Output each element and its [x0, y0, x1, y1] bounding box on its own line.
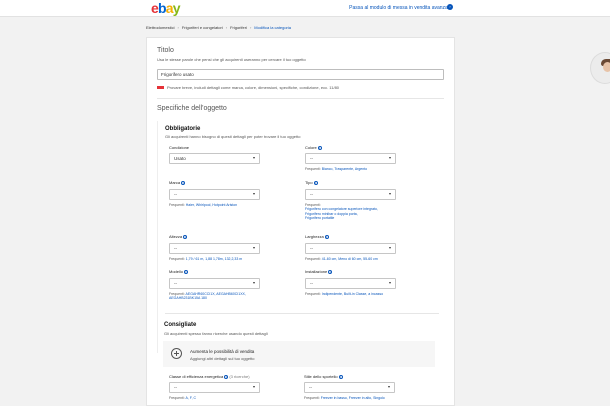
brand-label: Marca i	[169, 180, 186, 185]
chevron-down-icon	[253, 386, 255, 388]
info-icon[interactable]: i	[338, 374, 343, 379]
info-icon[interactable]: i	[328, 269, 333, 274]
width-select[interactable]: --	[305, 243, 396, 254]
info-icon[interactable]: i	[183, 234, 188, 239]
chevron-down-icon	[389, 193, 391, 195]
color-label: Colore i	[305, 145, 322, 150]
top-bar: ebay Passa al modulo di messa in vendita…	[0, 0, 610, 17]
recommended-heading: Consigliate	[164, 322, 197, 328]
type-select[interactable]: --	[305, 189, 396, 200]
model-select[interactable]: --	[169, 278, 260, 289]
help-agent-avatar[interactable]	[590, 52, 610, 84]
info-icon[interactable]: i	[181, 180, 186, 185]
avatar-face	[603, 62, 610, 72]
brand-select[interactable]: --	[169, 189, 260, 200]
model-frequent: Frequenti: AEGAHR60CCI1X, AEGAHB60CI1XX,…	[169, 292, 246, 301]
breadcrumb: Elettrodomestici › Frigoriferi e congelato…	[146, 25, 291, 30]
title-help-text: Usa le stesse parole che pensi che gli a…	[157, 57, 306, 62]
type-label: Tipo i	[305, 180, 318, 185]
title-length-bar	[157, 86, 164, 89]
chevron-down-icon	[388, 386, 390, 388]
chevron-down-icon	[389, 282, 391, 284]
door-style-label: Stile dello sportello i	[304, 374, 343, 379]
width-label: Larghezza i	[305, 234, 329, 239]
info-icon[interactable]: i	[313, 180, 318, 185]
chevron-right-icon: ›	[177, 25, 179, 30]
title-heading: Titolo	[157, 47, 174, 54]
ebay-logo[interactable]: ebay	[151, 1, 181, 15]
condition-label: Condizione	[169, 145, 190, 150]
height-label: Altezza i	[169, 234, 188, 239]
energy-class-frequent: Frequenti: A, F, C	[169, 396, 197, 400]
chevron-down-icon	[389, 247, 391, 249]
divider	[157, 98, 444, 99]
installation-label: Installazione i	[305, 269, 333, 274]
divider	[165, 313, 439, 314]
title-tip-text: Provare breve, includi dettagli come mar…	[167, 85, 340, 90]
chevron-down-icon	[253, 157, 255, 159]
info-icon[interactable]: i	[184, 269, 189, 274]
chevron-down-icon	[253, 247, 255, 249]
chevron-down-icon	[253, 282, 255, 284]
info-icon[interactable]: i	[324, 234, 329, 239]
model-label: Modello i	[169, 269, 189, 274]
chevron-right-icon: ›	[249, 25, 252, 30]
installation-frequent: Frequenti: Indipendente, Built-in Classe…	[305, 292, 384, 296]
chevron-right-icon: ›	[225, 25, 228, 30]
add-details-panel[interactable]: Aumenta le possibilità di vendita Aggiun…	[163, 341, 435, 367]
add-details-subtitle: Aggiungi altri dettagli sul tuo oggetto	[190, 356, 255, 361]
item-specifics-heading: Specifiche dell'oggetto	[157, 105, 227, 112]
chevron-down-icon	[389, 157, 391, 159]
height-frequent: Frequenti: 1,79 / 61 m, 1,88 1,78m, 132,…	[169, 257, 243, 261]
change-category-link[interactable]: Modifica la categoria	[254, 25, 291, 30]
brand-frequent: Frequenti: Haier, Whirlpool, Hotpoint Ar…	[169, 203, 238, 207]
breadcrumb-item[interactable]: Frigoriferi	[230, 25, 247, 30]
title-input[interactable]: Frigorifero usato	[157, 69, 444, 80]
plus-circle-icon[interactable]	[171, 348, 182, 359]
breadcrumb-item[interactable]: Frigoriferi e congelatori	[182, 25, 223, 30]
type-frequent: Frequenti: Frigorifero con congelatore s…	[305, 203, 378, 221]
width-frequent: Frequenti: 41-60 cm, Meno di 60 cm, 55-6…	[305, 257, 378, 261]
switch-to-advanced-link[interactable]: Passa al modulo di messa in vendita avan…	[349, 5, 452, 11]
energy-class-select[interactable]: --	[169, 382, 260, 393]
add-details-title: Aumenta le possibilità di vendita	[190, 349, 255, 354]
chevron-down-icon	[253, 193, 255, 195]
color-select[interactable]: --	[305, 153, 396, 164]
energy-class-label: Classe di efficienza energetica i (3 rice…	[169, 374, 250, 379]
door-style-select[interactable]: --	[304, 382, 395, 393]
door-style-frequent: Frequenti: Freezer in basso, Freezer in …	[304, 396, 385, 400]
specifics-box: Obbligatorie Gli acquirenti hanno bisogn…	[157, 121, 446, 353]
recommended-help-text: Gli acquirenti spesso fanno ricerche usa…	[164, 331, 268, 336]
listing-form-card: Titolo Usa le stesse parole che pensi ch…	[146, 37, 455, 406]
required-help-text: Gli acquirenti hanno bisogno di questi d…	[165, 134, 301, 139]
info-icon[interactable]: i	[224, 374, 229, 379]
breadcrumb-item[interactable]: Elettrodomestici	[146, 25, 174, 30]
required-heading: Obbligatorie	[165, 126, 201, 132]
installation-select[interactable]: --	[305, 278, 396, 289]
arrow-right-circle-icon[interactable]: ›	[447, 4, 453, 10]
condition-select[interactable]: Usato	[169, 153, 260, 164]
color-frequent: Frequenti: Bianco, Trasparente, Argento	[305, 167, 368, 171]
info-icon[interactable]: i	[317, 145, 322, 150]
height-select[interactable]: --	[169, 243, 260, 254]
